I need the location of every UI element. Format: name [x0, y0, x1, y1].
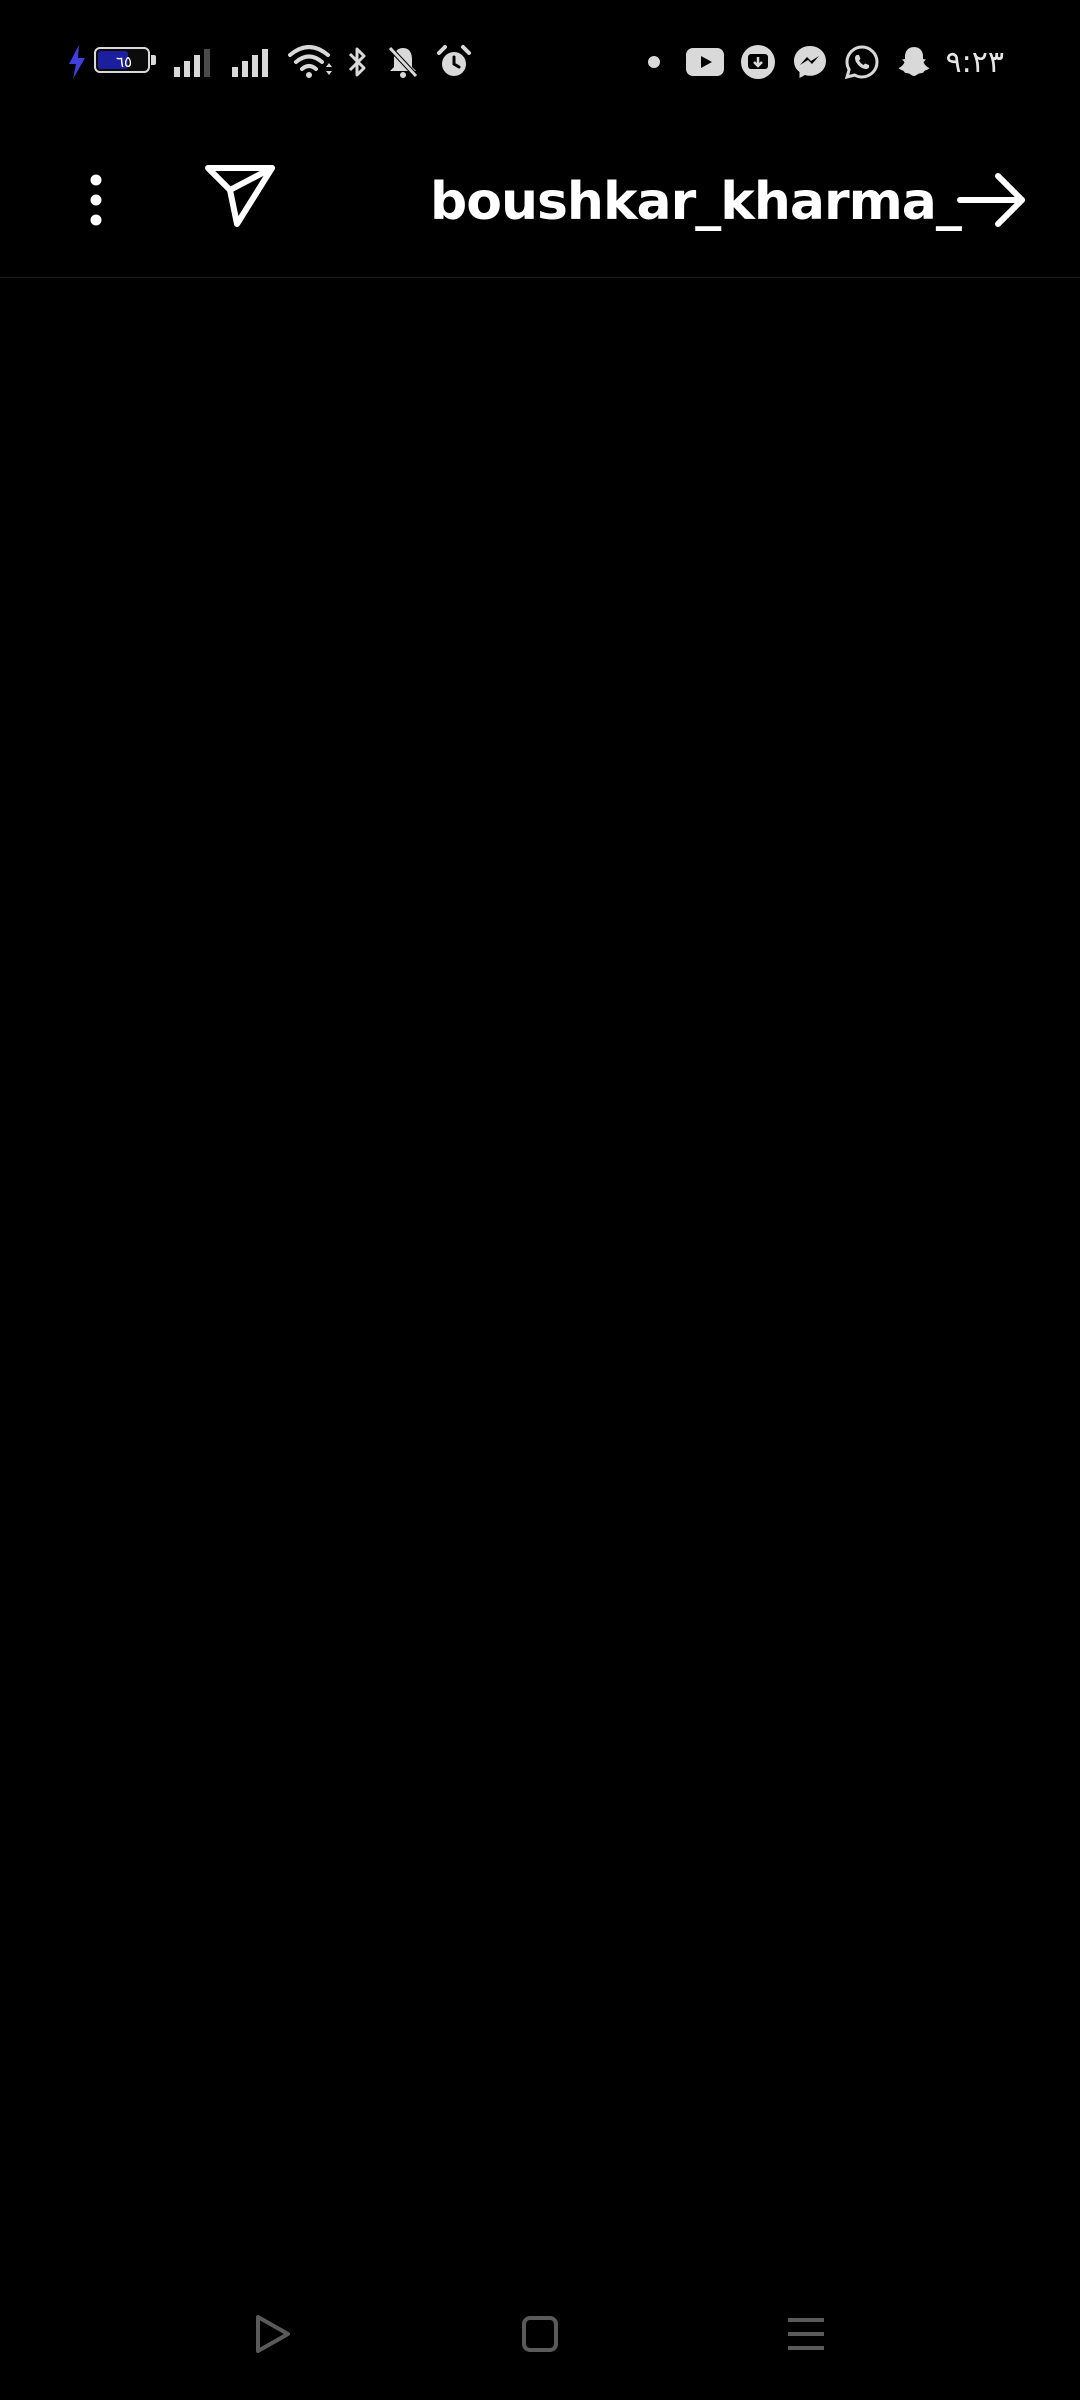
bluetooth-icon: [346, 44, 370, 80]
recents-menu-icon: [786, 2314, 826, 2358]
home-square-icon: [520, 2314, 560, 2358]
status-bar-right: ٩:٢٣: [647, 40, 1004, 84]
signal-strength-icon: [172, 47, 216, 77]
charging-bolt-icon: [66, 45, 88, 79]
home-button[interactable]: [510, 2306, 570, 2366]
back-button[interactable]: [242, 2306, 302, 2366]
alarm-clock-icon: [436, 44, 472, 80]
status-bar: ٦٥ ٩:٢٣: [0, 0, 1080, 124]
notification-dot-icon: [647, 56, 660, 68]
battery-icon: ٦٥: [94, 47, 156, 77]
send-icon: [204, 164, 276, 232]
profile-username: boushkar_kharma_: [430, 172, 962, 232]
system-navigation-bar: [0, 2290, 1080, 2380]
more-options-button[interactable]: [68, 164, 124, 240]
messenger-icon: [792, 44, 828, 80]
snapchat-icon: [896, 44, 932, 80]
wifi-icon: [288, 45, 334, 79]
notifications-muted-icon: [386, 44, 420, 80]
battery-level-text: ٦٥: [115, 53, 133, 71]
whatsapp-icon: [844, 44, 880, 80]
arrow-right-icon: [956, 172, 1028, 232]
profile-header: boushkar_kharma_: [0, 124, 1080, 278]
profile-content-area: [0, 278, 1080, 2238]
more-options-icon: [88, 172, 104, 232]
back-triangle-icon: [250, 2312, 294, 2360]
status-bar-left: ٦٥: [66, 40, 472, 84]
youtube-icon: [685, 48, 724, 76]
status-time: ٩:٢٣: [945, 44, 1004, 80]
recents-button[interactable]: [776, 2306, 836, 2366]
send-message-button[interactable]: [200, 158, 280, 238]
forward-button[interactable]: [950, 160, 1034, 244]
download-app-icon: [740, 44, 776, 80]
signal-strength-icon: [230, 47, 274, 77]
